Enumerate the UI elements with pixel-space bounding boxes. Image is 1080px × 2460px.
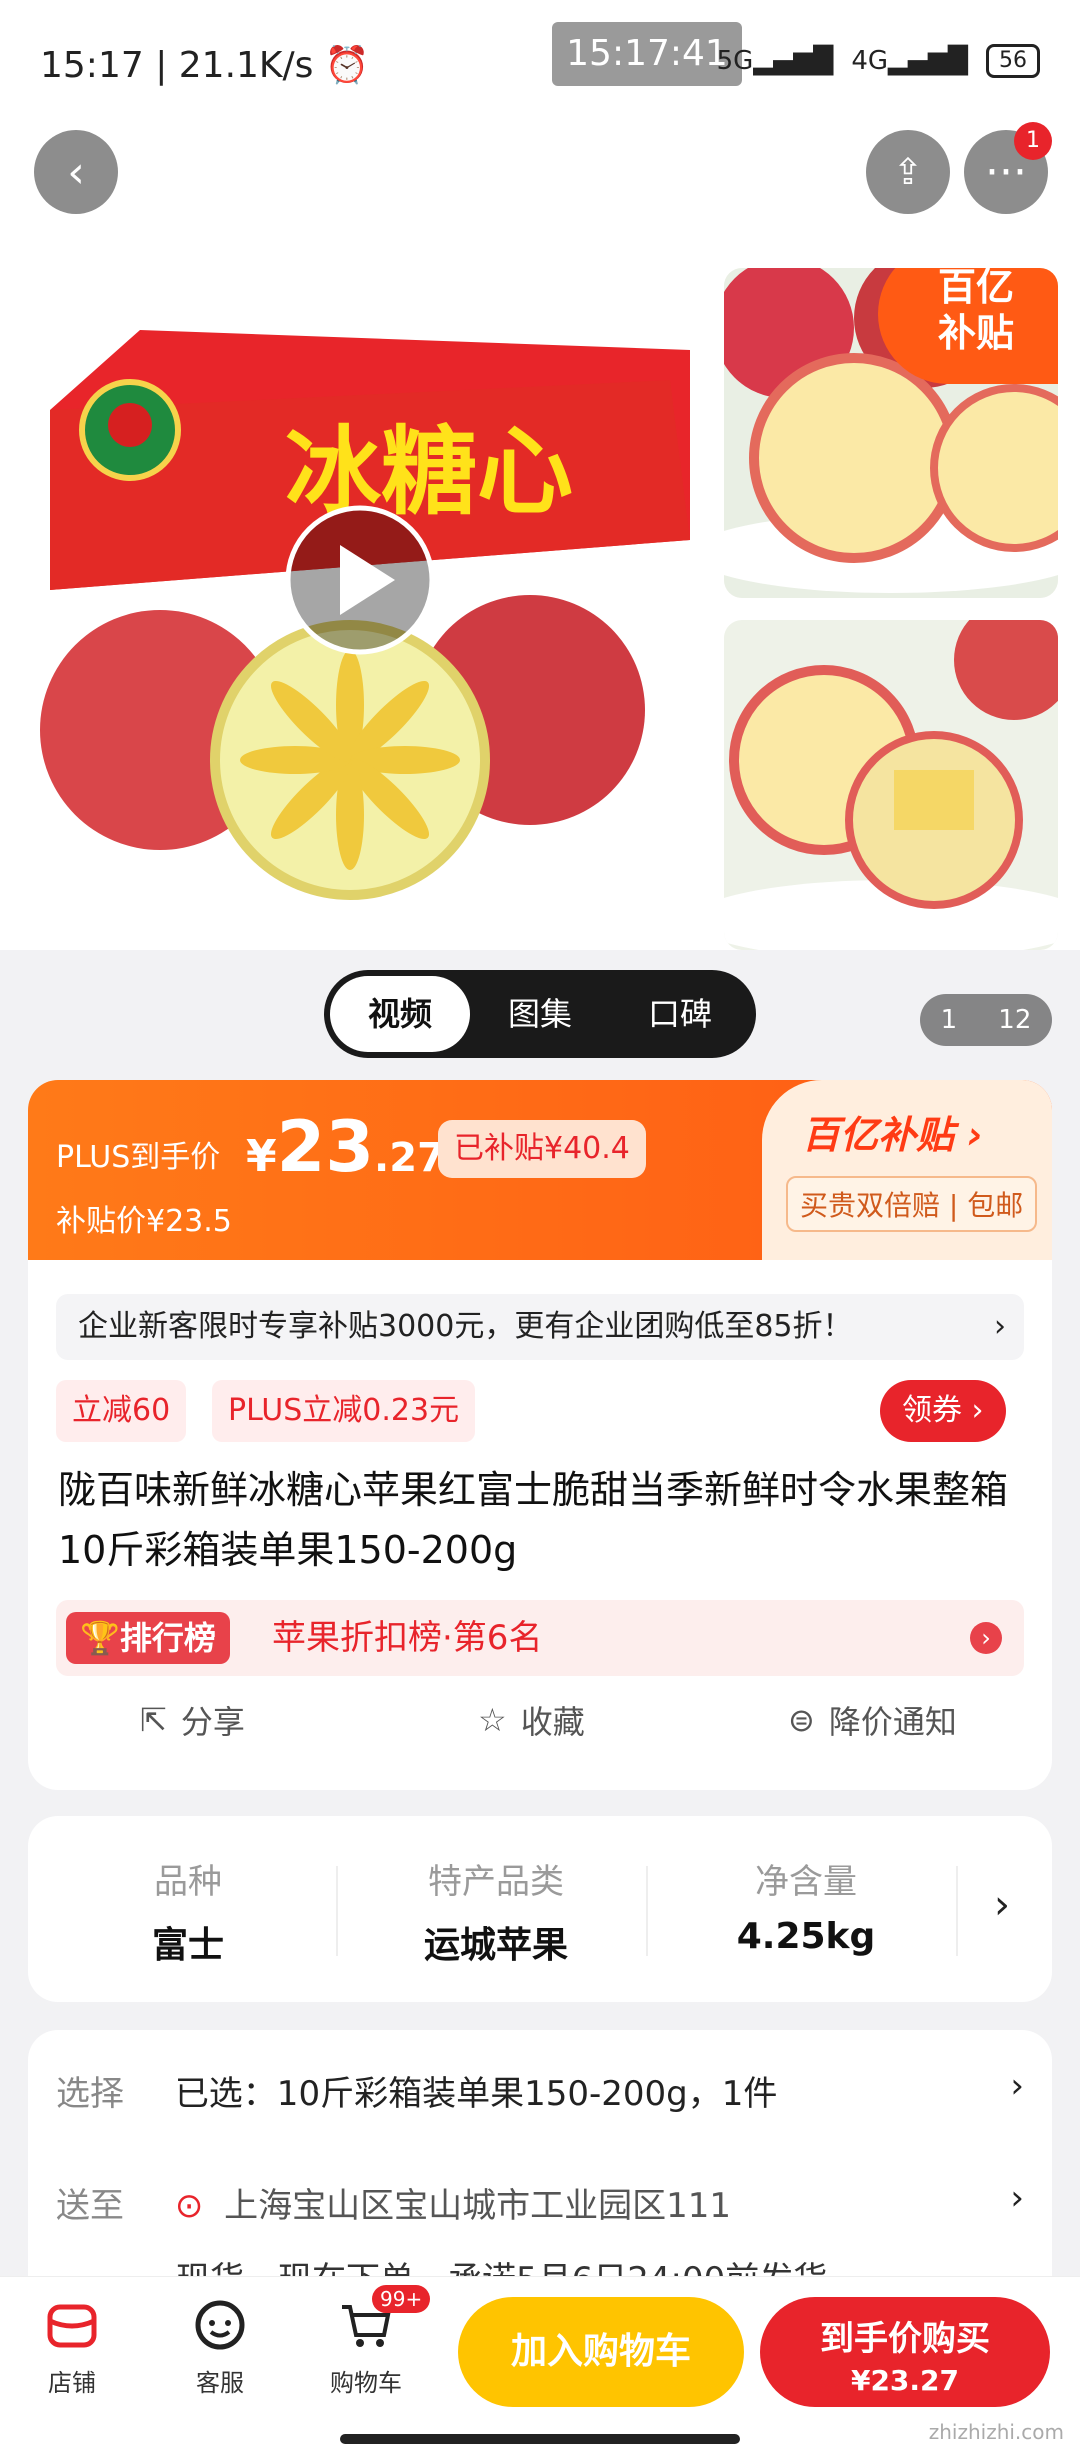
ranking-text: 苹果折扣榜·第6名 <box>272 1618 543 1658</box>
chevron-right-icon: › <box>1010 2178 1024 2218</box>
thumbnail-1[interactable]: 百亿 补贴 <box>724 268 1058 598</box>
chevron-right-icon: › <box>994 1309 1006 1344</box>
star-icon: ☆ <box>478 1701 507 1739</box>
coupon-button[interactable]: 领券 › <box>880 1380 1006 1442</box>
chevron-right-icon: › <box>994 1882 1010 1928</box>
network-5g-icon: 5G▂▄▆█ <box>716 46 834 76</box>
cart-count-badge: 99+ <box>372 2285 431 2313</box>
store-icon <box>42 2295 102 2355</box>
chevron-left-icon: ‹ <box>67 146 85 198</box>
subsidy-brand: 百亿补贴 › <box>802 1113 983 1157</box>
share-icon: ⇱ <box>140 1701 167 1739</box>
chevron-right-icon: › <box>1010 2066 1024 2106</box>
bottom-action-bar: 店铺 客服 99+ 购物车 加入购物车 到手价购买 ¥23.27 <box>0 2276 1080 2460</box>
price-card: PLUS到手价 ¥23.27 已补贴¥40.4 补贴价¥23.5 百亿补贴 › … <box>28 1080 1052 1790</box>
tab-reviews[interactable]: 口碑 <box>610 976 750 1052</box>
spec-card[interactable]: 品种 富士 特产品类 运城苹果 净含量 4.25kg › <box>28 1816 1052 2002</box>
tab-video[interactable]: 视频 <box>330 976 470 1052</box>
spec-variety: 品种 富士 <box>151 1862 224 1966</box>
screen-clock: 15:17:41 <box>552 22 742 86</box>
location-pin-icon: ⊙ <box>174 2186 204 2226</box>
nav-customer-service[interactable]: 客服 <box>170 2295 270 2398</box>
share-button[interactable]: ⇪ <box>866 130 950 214</box>
share-icon: ⇪ <box>892 151 924 193</box>
media-tabs: 视频 图集 口碑 <box>324 970 756 1058</box>
notification-badge: 1 <box>1014 122 1052 160</box>
divider <box>336 1866 338 1956</box>
main-product-image[interactable]: 冰糖心 <box>20 290 690 930</box>
subsidy-price: 补贴价¥23.5 <box>56 1204 232 1239</box>
guarantee-tag: 买贵双倍赔 | 包邮 <box>786 1176 1038 1232</box>
nav-store[interactable]: 店铺 <box>22 2295 122 2398</box>
watermark: zhizhizhi.com <box>928 2420 1064 2444</box>
plus-discount-tag: PLUS立减0.23元 <box>212 1380 476 1442</box>
product-title: 陇百味新鲜冰糖心苹果红富士脆甜当季新鲜时令水果整箱 10斤彩箱装单果150-20… <box>58 1468 1009 1572</box>
status-bar: 15:17 | 21.1K/s ⏰ 15:17:41 5G▂▄▆█ 4G▂▄▆█… <box>0 0 1080 130</box>
box-brand-text: 冰糖心 <box>285 419 573 526</box>
delivery-row[interactable]: 送至 ⊙ 上海宝山区宝山城市工业园区111 › <box>56 2178 1024 2227</box>
play-video-icon <box>285 505 435 655</box>
ranking-badge: 🏆排行榜 <box>66 1612 230 1664</box>
chevron-right-icon: › <box>967 1113 983 1157</box>
tab-gallery[interactable]: 图集 <box>470 976 610 1052</box>
add-to-cart-button[interactable]: 加入购物车 <box>458 2297 744 2407</box>
subsidy-amount-tag: 已补贴¥40.4 <box>438 1120 646 1178</box>
battery-icon: 56 <box>986 44 1040 78</box>
thumbnail-2[interactable] <box>724 620 1058 950</box>
product-gallery[interactable]: ‹ ⇪ ··· 1 冰糖心 百亿 补贴 1 12 <box>0 122 1080 1046</box>
more-button[interactable]: ··· 1 <box>964 122 1052 214</box>
variant-row[interactable]: 选择 已选：10斤彩箱装单果150-200g，1件 › <box>56 2066 1024 2115</box>
plus-price-label: PLUS到手价 <box>56 1140 221 1175</box>
status-time: 15:17 | 21.1K/s ⏰ <box>40 45 370 86</box>
buy-now-button[interactable]: 到手价购买 ¥23.27 <box>760 2297 1050 2407</box>
subsidy-badge: 百亿 补贴 <box>878 268 1058 384</box>
spec-category: 特产品类 运城苹果 <box>423 1862 568 1966</box>
share-action[interactable]: ⇱ 分享 <box>140 1695 245 1745</box>
spec-weight: 净含量 4.25kg <box>736 1862 876 1957</box>
divider <box>646 1866 648 1956</box>
nav-cart[interactable]: 99+ 购物车 <box>316 2285 431 2398</box>
plus-price: ¥23.27 <box>246 1106 445 1188</box>
chevron-right-icon: › <box>970 1622 1002 1654</box>
discount-tag: 立减60 <box>56 1380 187 1442</box>
chat-face-icon <box>190 2295 250 2355</box>
ranking-bar[interactable]: 🏆排行榜 苹果折扣榜·第6名 › <box>56 1600 1024 1676</box>
price-alert-action[interactable]: ⊜ 降价通知 <box>788 1695 957 1745</box>
back-button[interactable]: ‹ <box>34 130 118 214</box>
subsidy-brand-panel[interactable]: 百亿补贴 › 买贵双倍赔 | 包邮 <box>762 1080 1052 1260</box>
divider <box>956 1866 958 1956</box>
enterprise-promo-banner[interactable]: 企业新客限时专享补贴3000元，更有企业团购低至85折！ › <box>56 1294 1024 1360</box>
status-icons: 5G▂▄▆█ 4G▂▄▆█ 56 <box>717 44 1040 78</box>
cart-icon: 99+ <box>336 2285 431 2355</box>
chevron-circle-icon: › <box>971 1393 984 1428</box>
trophy-icon: 🏆 <box>80 1619 120 1657</box>
home-indicator[interactable] <box>340 2434 740 2444</box>
favorite-action[interactable]: ☆ 收藏 <box>478 1695 585 1745</box>
network-4g-icon: 4G▂▄▆█ <box>851 46 968 76</box>
price-drop-icon: ⊜ <box>788 1701 815 1739</box>
image-counter: 1 12 <box>920 994 1052 1046</box>
price-bar: PLUS到手价 ¥23.27 已补贴¥40.4 补贴价¥23.5 百亿补贴 › … <box>28 1080 1052 1260</box>
